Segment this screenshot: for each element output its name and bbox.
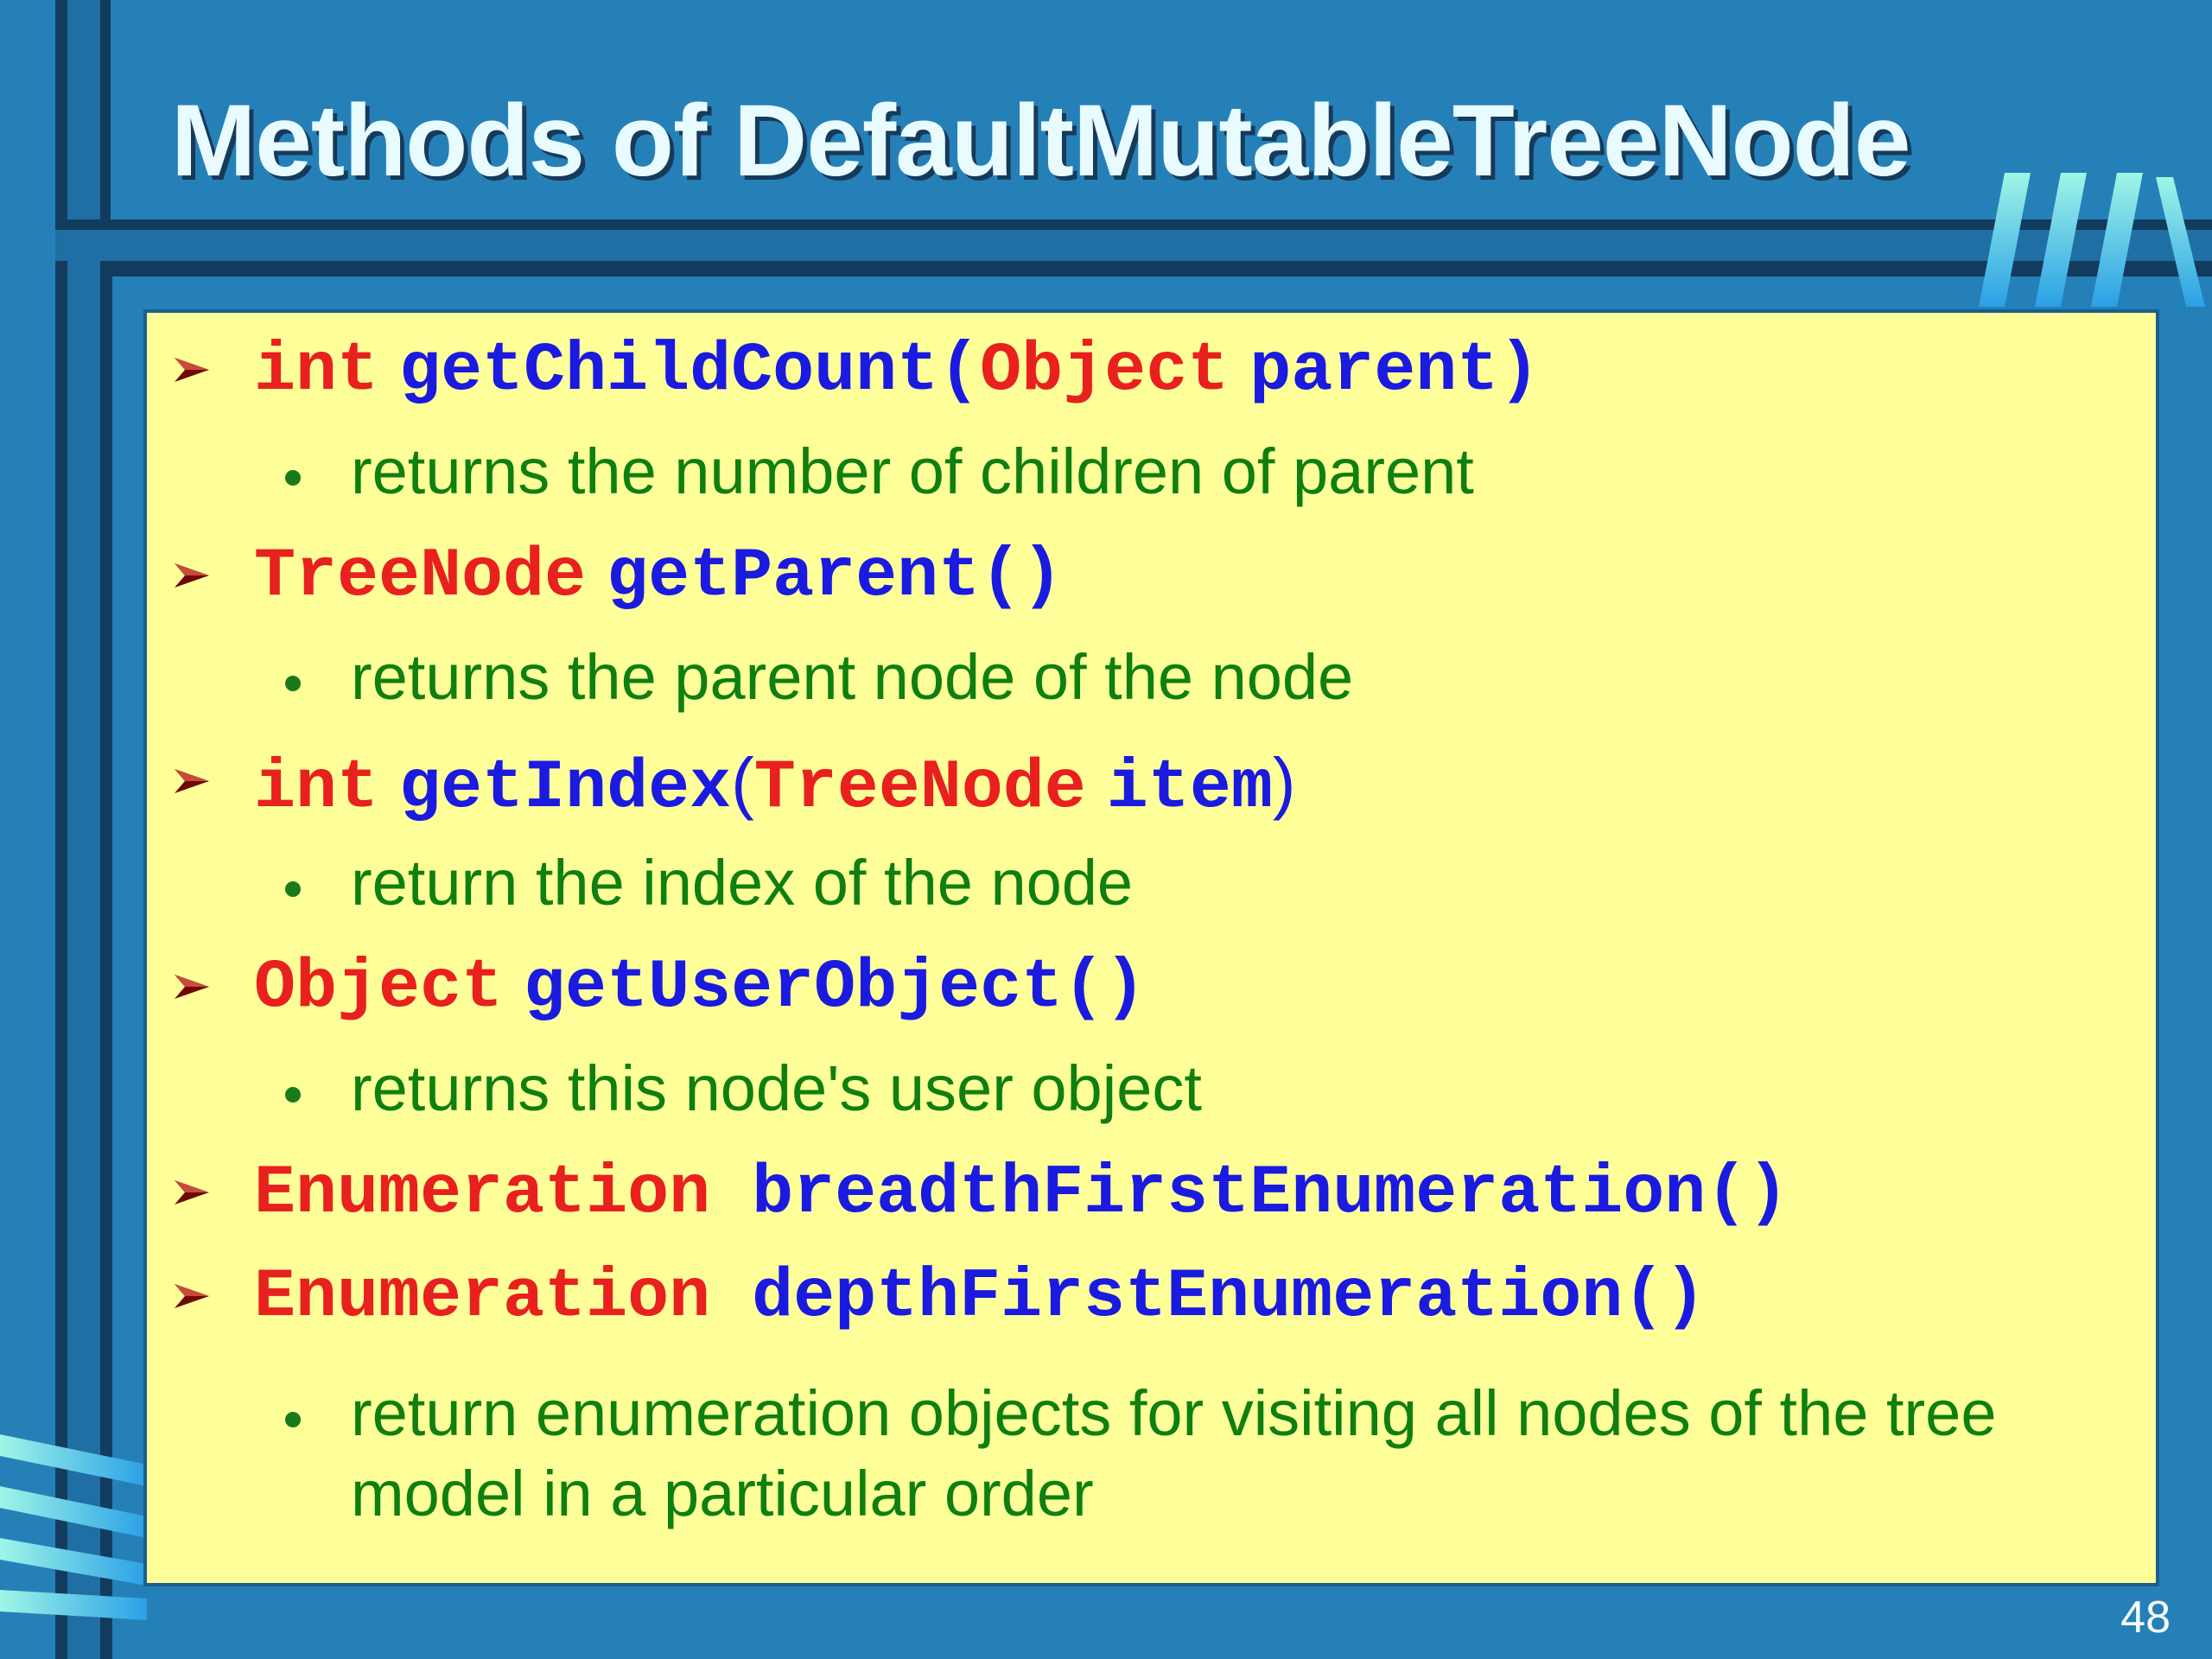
- method-signature: TreeNode getParent(): [254, 537, 1064, 616]
- method-signature: Enumeration depthFirstEnumeration(): [254, 1258, 1707, 1337]
- arrow-bullet-icon: [175, 1180, 209, 1205]
- method-signature: Object getUserObject(): [254, 949, 1147, 1027]
- dot-bullet-icon: [285, 1412, 301, 1427]
- page-number: 48: [2120, 1592, 2171, 1643]
- arrow-bullet-icon: [175, 769, 209, 793]
- content-panel: int getChildCount(Object parent) returns t…: [147, 313, 2156, 1583]
- header-divider-shadow: [111, 261, 2212, 276]
- method-signature: Enumeration breadthFirstEnumeration(): [254, 1154, 1789, 1233]
- description-line: model in a particular order: [351, 1457, 1094, 1529]
- dot-bullet-icon: [285, 1087, 301, 1103]
- dot-bullet-icon: [285, 470, 301, 486]
- arrow-bullet-icon: [175, 358, 209, 382]
- dot-bullet-icon: [285, 881, 301, 897]
- header-divider-bar: [55, 219, 2212, 261]
- arrow-bullet-icon: [175, 1284, 209, 1308]
- method-signature: int getChildCount(Object parent): [254, 332, 1541, 410]
- decorative-stripes-icon: [1979, 173, 2205, 307]
- slide-title: Methods of DefaultMutableTreeNode: [171, 84, 1910, 198]
- arrow-bullet-icon: [175, 563, 209, 588]
- method-signature: int getIndex(TreeNode item): [254, 744, 1296, 828]
- arrow-bullet-icon: [175, 975, 209, 999]
- dot-bullet-icon: [285, 676, 301, 691]
- description-line: return enumeration objects for visiting …: [351, 1377, 1997, 1449]
- decorative-stripes-icon: [0, 1434, 147, 1620]
